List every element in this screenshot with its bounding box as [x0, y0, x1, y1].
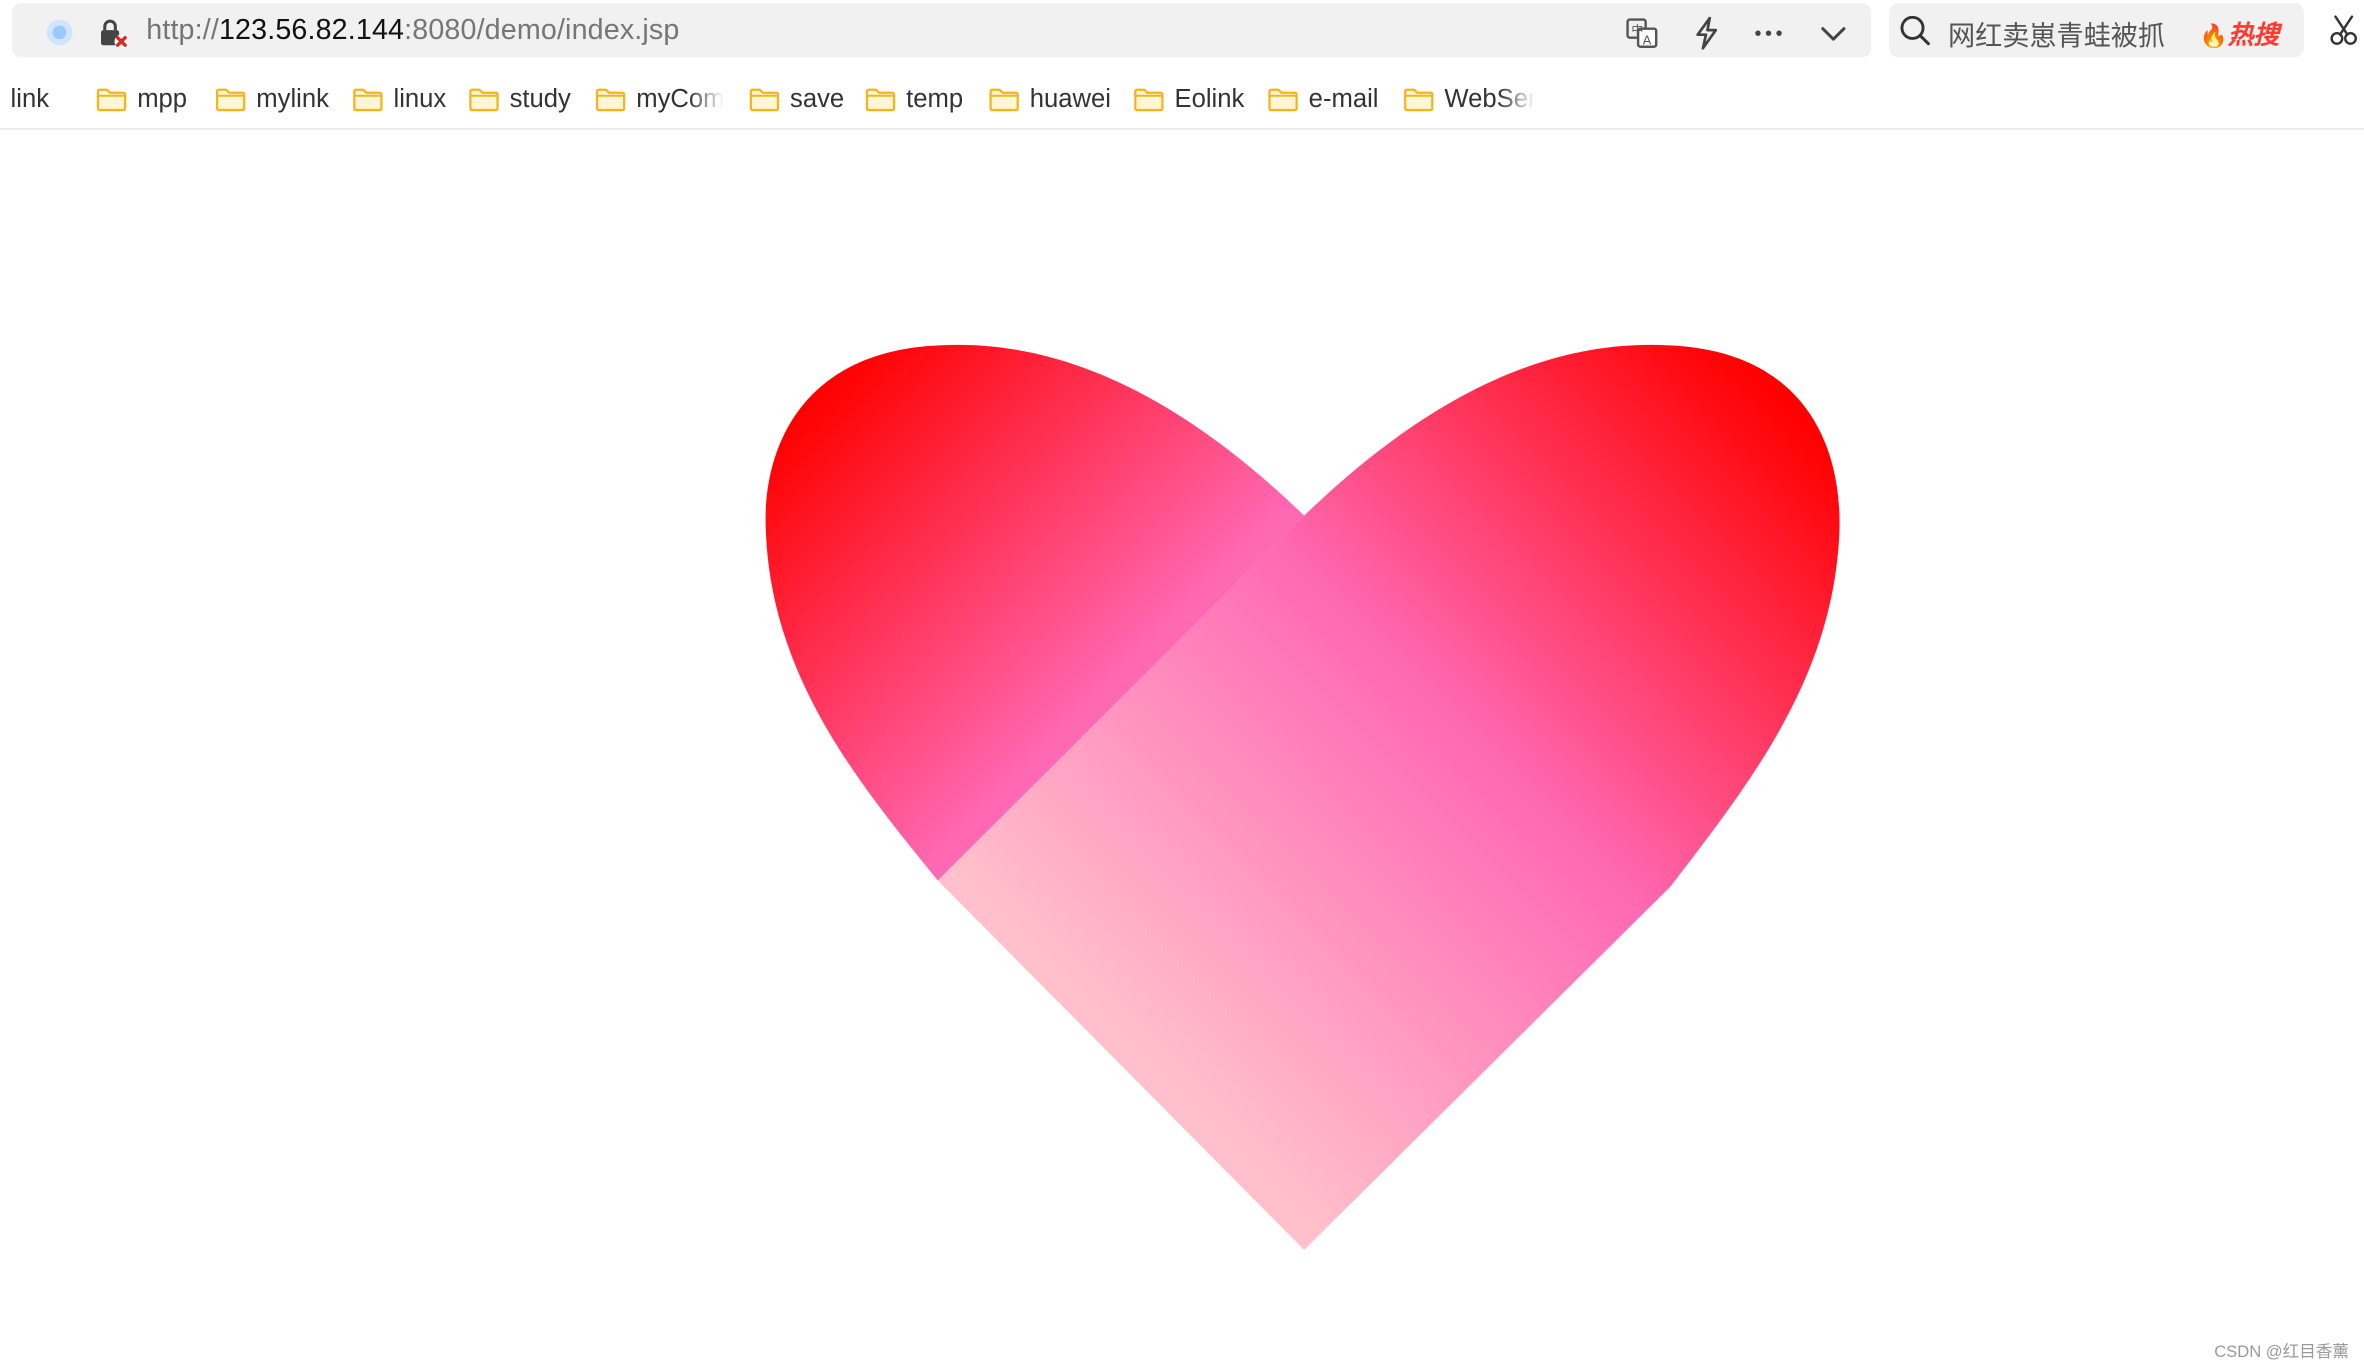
page-content: CSDN @红目香薰: [0, 131, 2364, 1369]
heart-graphic: [765, 344, 1840, 1250]
csdn-watermark: CSDN @红目香薰: [2214, 1343, 2349, 1362]
